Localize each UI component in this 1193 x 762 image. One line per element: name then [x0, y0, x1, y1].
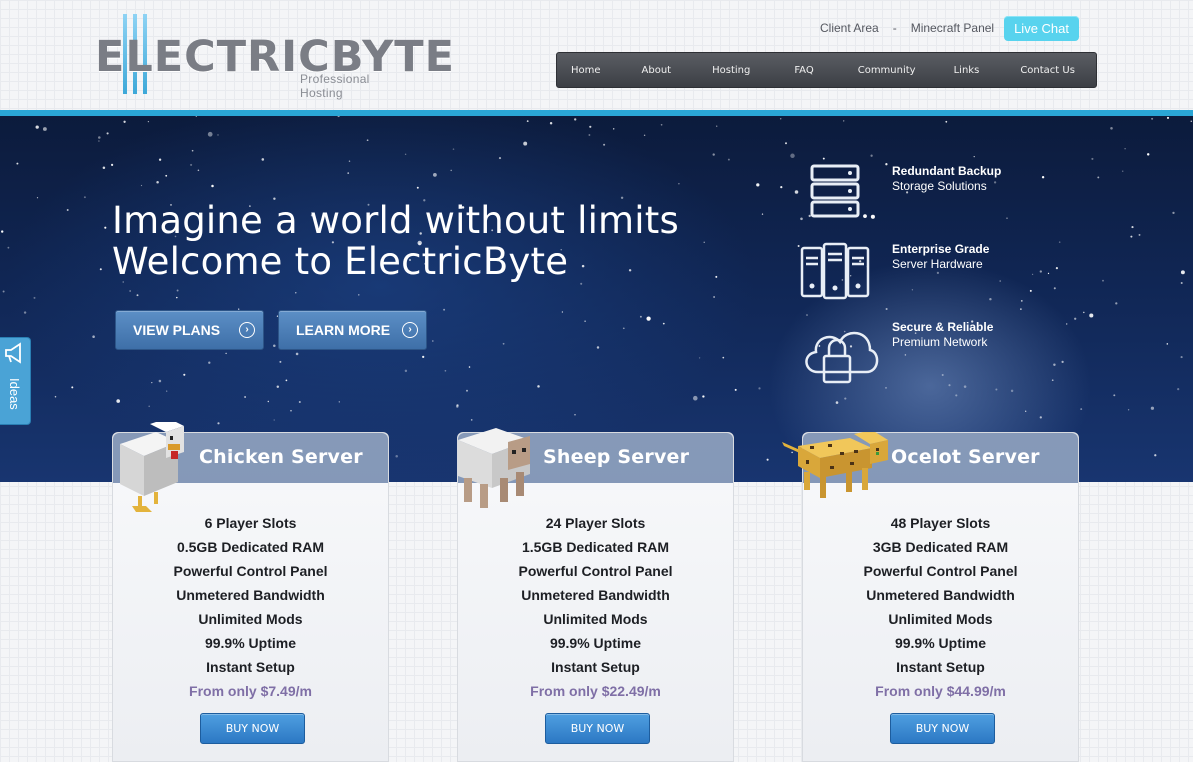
plan-feature: Unmetered Bandwidth — [521, 587, 670, 603]
nav-item-hosting[interactable]: Hosting — [712, 65, 750, 76]
arrow-right-circle-icon: › — [402, 322, 418, 338]
site-header: ELECTRICBYTE Professional Hosting Client… — [0, 0, 1193, 110]
buy-now-button[interactable]: BUY NOW — [545, 713, 650, 744]
plan-feature: Instant Setup — [896, 659, 985, 675]
plan-feature: Instant Setup — [206, 659, 295, 675]
nav-item-faq[interactable]: FAQ — [794, 65, 813, 76]
plan-title: Ocelot Server — [891, 446, 1040, 468]
logo-tagline: Professional Hosting — [300, 72, 370, 100]
feature-title: Enterprise Grade — [892, 242, 990, 256]
hero-headline: Imagine a world without limits Welcome t… — [112, 200, 679, 282]
plan-feature: Powerful Control Panel — [518, 563, 673, 579]
hero-line-2: Welcome to ElectricByte — [112, 240, 569, 283]
megaphone-icon — [5, 342, 21, 364]
feature-subtitle: Storage Solutions — [892, 179, 987, 193]
view-plans-button[interactable]: VIEW PLANS › — [115, 310, 264, 350]
plan-feature: Powerful Control Panel — [173, 563, 328, 579]
cloud-lock-icon — [805, 331, 879, 384]
plan-features: 24 Player Slots 1.5GB Dedicated RAM Powe… — [458, 513, 733, 681]
plan-feature: Unmetered Bandwidth — [866, 587, 1015, 603]
nav-item-home[interactable]: Home — [571, 65, 601, 76]
plan-feature: Powerful Control Panel — [863, 563, 1018, 579]
plan-feature: 99.9% Uptime — [549, 635, 642, 651]
plan-feature: Unmetered Bandwidth — [176, 587, 325, 603]
plan-title: Chicken Server — [199, 446, 363, 468]
plan-feature: 6 Player Slots — [204, 515, 297, 531]
plan-feature: Unlimited Mods — [888, 611, 993, 627]
nav-item-about[interactable]: About — [642, 65, 672, 76]
feature-text: Secure & Reliable Premium Network — [892, 320, 993, 350]
feature-subtitle: Premium Network — [892, 335, 988, 349]
plan-feature: Unlimited Mods — [198, 611, 303, 627]
ideas-feedback-tab[interactable]: Ideas — [0, 337, 31, 425]
plan-price: From only $7.49/m — [189, 683, 312, 699]
plan-features: 48 Player Slots 3GB Dedicated RAM Powerf… — [803, 513, 1078, 681]
sheep-mob-image — [458, 428, 530, 508]
plan-title: Sheep Server — [543, 446, 690, 468]
plan-feature: 3GB Dedicated RAM — [872, 539, 1009, 555]
plan-features: 6 Player Slots 0.5GB Dedicated RAM Power… — [113, 513, 388, 681]
learn-more-label: LEARN MORE — [296, 322, 391, 338]
plan-price: From only $22.49/m — [530, 683, 661, 699]
feature-subtitle: Server Hardware — [892, 257, 983, 271]
plan-price: From only $44.99/m — [875, 683, 1006, 699]
top-links: Client Area - Minecraft Panel Live Chat — [820, 15, 1079, 41]
chicken-mob-image — [120, 422, 184, 512]
plan-feature: 99.9% Uptime — [894, 635, 987, 651]
main-nav: Home About Hosting FAQ Community Links C… — [556, 52, 1097, 88]
plan-feature: Instant Setup — [551, 659, 640, 675]
feature-text: Enterprise Grade Server Hardware — [892, 242, 989, 272]
feature-redundant-backup: Redundant Backup Storage Solutions — [800, 164, 1080, 224]
live-chat-button[interactable]: Live Chat — [1004, 15, 1079, 41]
server-tower-icon — [800, 242, 870, 300]
storage-server-icon — [810, 164, 860, 218]
plan-feature: 48 Player Slots — [890, 515, 991, 531]
feature-text: Redundant Backup Storage Solutions — [892, 164, 1001, 194]
nav-item-community[interactable]: Community — [858, 65, 916, 76]
view-plans-label: VIEW PLANS — [133, 322, 221, 338]
feature-title: Secure & Reliable — [892, 320, 994, 334]
ocelot-mob-image — [782, 432, 888, 498]
nav-item-contact-us[interactable]: Contact Us — [1020, 65, 1075, 76]
learn-more-button[interactable]: LEARN MORE › — [278, 310, 427, 350]
feature-enterprise-grade: Enterprise Grade Server Hardware — [800, 242, 1080, 302]
feature-title: Redundant Backup — [892, 164, 1002, 178]
buy-now-button[interactable]: BUY NOW — [890, 713, 995, 744]
buy-now-button[interactable]: BUY NOW — [200, 713, 305, 744]
plan-feature: 99.9% Uptime — [204, 635, 297, 651]
feature-secure-reliable: Secure & Reliable Premium Network — [800, 320, 1080, 384]
arrow-right-circle-icon: › — [239, 322, 255, 338]
top-links-separator: - — [892, 21, 897, 35]
client-area-link[interactable]: Client Area — [820, 21, 879, 35]
nav-item-links[interactable]: Links — [954, 65, 980, 76]
ideas-label: Ideas — [7, 378, 22, 410]
minecraft-panel-link[interactable]: Minecraft Panel — [911, 21, 994, 35]
plan-feature: Unlimited Mods — [543, 611, 648, 627]
plan-feature: 0.5GB Dedicated RAM — [176, 539, 325, 555]
plan-feature: 1.5GB Dedicated RAM — [521, 539, 670, 555]
site-logo[interactable]: ELECTRICBYTE Professional Hosting — [95, 14, 454, 100]
plan-feature: 24 Player Slots — [545, 515, 646, 531]
hero-line-1: Imagine a world without limits — [112, 199, 679, 242]
